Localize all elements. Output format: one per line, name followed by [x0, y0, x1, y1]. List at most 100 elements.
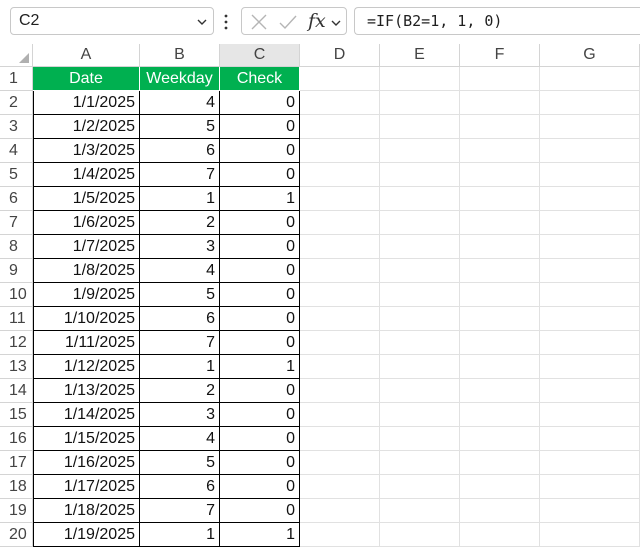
row-header[interactable]: 1: [0, 67, 33, 91]
row-header[interactable]: 9: [0, 259, 33, 283]
empty-cell[interactable]: [460, 355, 540, 379]
row-header[interactable]: 10: [0, 283, 33, 307]
table-cell[interactable]: 5: [140, 451, 220, 475]
table-cell[interactable]: 0: [220, 499, 300, 523]
table-cell[interactable]: 1/1/2025: [33, 91, 140, 115]
table-cell[interactable]: 0: [220, 427, 300, 451]
empty-cell[interactable]: [460, 499, 540, 523]
table-cell[interactable]: 3: [140, 403, 220, 427]
table-cell[interactable]: 7: [140, 499, 220, 523]
table-cell[interactable]: 2: [140, 211, 220, 235]
table-cell[interactable]: 0: [220, 283, 300, 307]
table-cell[interactable]: 4: [140, 259, 220, 283]
empty-cell[interactable]: [300, 427, 380, 451]
empty-cell[interactable]: [460, 235, 540, 259]
row-header[interactable]: 12: [0, 331, 33, 355]
empty-cell[interactable]: [300, 403, 380, 427]
empty-cell[interactable]: [380, 259, 460, 283]
table-header-cell[interactable]: Check: [220, 67, 300, 91]
empty-cell[interactable]: [380, 379, 460, 403]
row-header[interactable]: 8: [0, 235, 33, 259]
chevron-down-icon[interactable]: [331, 18, 341, 28]
row-header[interactable]: 13: [0, 355, 33, 379]
row-header[interactable]: 7: [0, 211, 33, 235]
row-header[interactable]: 16: [0, 427, 33, 451]
table-cell[interactable]: 4: [140, 91, 220, 115]
column-header-d[interactable]: D: [300, 44, 380, 67]
cancel-icon[interactable]: [250, 13, 268, 31]
column-header-g[interactable]: G: [540, 44, 640, 67]
empty-cell[interactable]: [540, 139, 640, 163]
table-cell[interactable]: 7: [140, 331, 220, 355]
table-cell[interactable]: 1/4/2025: [33, 163, 140, 187]
table-cell[interactable]: 0: [220, 451, 300, 475]
empty-cell[interactable]: [300, 91, 380, 115]
table-cell[interactable]: 1/6/2025: [33, 211, 140, 235]
table-cell[interactable]: 1/17/2025: [33, 475, 140, 499]
empty-cell[interactable]: [380, 475, 460, 499]
table-cell[interactable]: 1/2/2025: [33, 115, 140, 139]
table-cell[interactable]: 1: [140, 523, 220, 547]
row-header[interactable]: 5: [0, 163, 33, 187]
empty-cell[interactable]: [300, 67, 380, 91]
table-cell[interactable]: 1/5/2025: [33, 187, 140, 211]
table-cell[interactable]: 6: [140, 307, 220, 331]
table-cell[interactable]: 1: [220, 523, 300, 547]
empty-cell[interactable]: [380, 91, 460, 115]
empty-cell[interactable]: [460, 475, 540, 499]
row-header[interactable]: 15: [0, 403, 33, 427]
column-header-b[interactable]: B: [140, 44, 220, 67]
table-cell[interactable]: 1/15/2025: [33, 427, 140, 451]
empty-cell[interactable]: [460, 403, 540, 427]
empty-cell[interactable]: [540, 91, 640, 115]
more-options-icon[interactable]: [223, 12, 229, 32]
empty-cell[interactable]: [300, 283, 380, 307]
row-header[interactable]: 20: [0, 523, 33, 547]
empty-cell[interactable]: [300, 235, 380, 259]
empty-cell[interactable]: [540, 523, 640, 547]
row-header[interactable]: 4: [0, 139, 33, 163]
row-header[interactable]: 2: [0, 91, 33, 115]
table-cell[interactable]: 0: [220, 139, 300, 163]
empty-cell[interactable]: [300, 259, 380, 283]
table-cell[interactable]: 0: [220, 259, 300, 283]
empty-cell[interactable]: [380, 355, 460, 379]
table-cell[interactable]: 1/7/2025: [33, 235, 140, 259]
empty-cell[interactable]: [380, 67, 460, 91]
column-header-f[interactable]: F: [460, 44, 540, 67]
empty-cell[interactable]: [460, 523, 540, 547]
empty-cell[interactable]: [380, 163, 460, 187]
table-cell[interactable]: 1: [140, 187, 220, 211]
table-cell[interactable]: 5: [140, 283, 220, 307]
empty-cell[interactable]: [380, 499, 460, 523]
table-cell[interactable]: 1/11/2025: [33, 331, 140, 355]
empty-cell[interactable]: [380, 451, 460, 475]
row-header[interactable]: 6: [0, 187, 33, 211]
empty-cell[interactable]: [460, 283, 540, 307]
empty-cell[interactable]: [540, 403, 640, 427]
select-all-corner[interactable]: [0, 44, 33, 67]
table-header-cell[interactable]: Date: [33, 67, 140, 91]
empty-cell[interactable]: [540, 235, 640, 259]
row-header[interactable]: 17: [0, 451, 33, 475]
column-header-a[interactable]: A: [33, 44, 140, 67]
empty-cell[interactable]: [380, 139, 460, 163]
table-cell[interactable]: 1/12/2025: [33, 355, 140, 379]
empty-cell[interactable]: [540, 355, 640, 379]
table-cell[interactable]: 1: [220, 355, 300, 379]
empty-cell[interactable]: [300, 187, 380, 211]
empty-cell[interactable]: [380, 283, 460, 307]
row-header[interactable]: 11: [0, 307, 33, 331]
empty-cell[interactable]: [300, 379, 380, 403]
empty-cell[interactable]: [540, 451, 640, 475]
empty-cell[interactable]: [460, 139, 540, 163]
table-cell[interactable]: 0: [220, 163, 300, 187]
empty-cell[interactable]: [300, 475, 380, 499]
table-header-cell[interactable]: Weekday: [140, 67, 220, 91]
empty-cell[interactable]: [300, 523, 380, 547]
table-cell[interactable]: 0: [220, 235, 300, 259]
table-cell[interactable]: 1/9/2025: [33, 283, 140, 307]
table-cell[interactable]: 1/14/2025: [33, 403, 140, 427]
table-cell[interactable]: 0: [220, 211, 300, 235]
table-cell[interactable]: 1/16/2025: [33, 451, 140, 475]
